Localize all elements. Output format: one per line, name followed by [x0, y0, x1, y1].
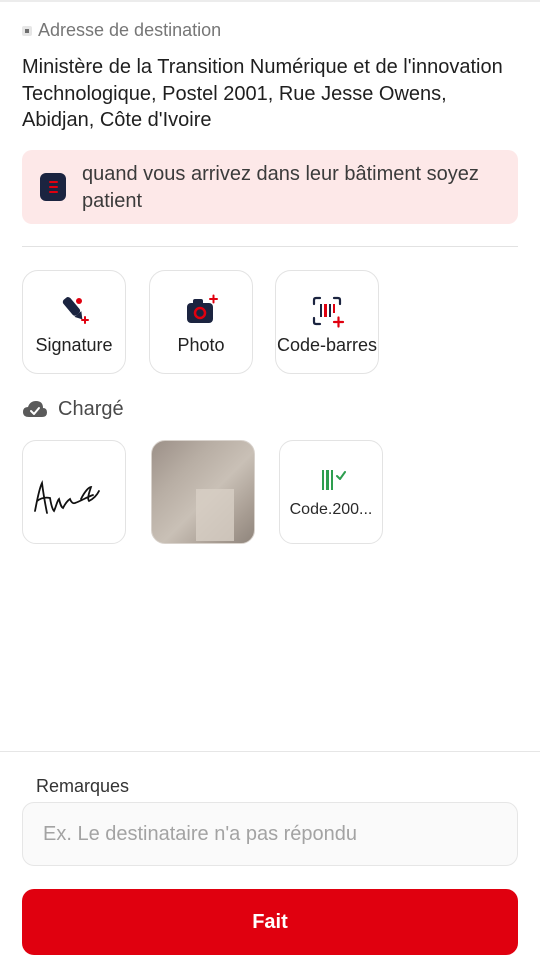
- delivery-note-text: quand vous arrivez dans leur bâtiment so…: [82, 163, 479, 212]
- section-divider: [22, 246, 518, 247]
- uploaded-header: Chargé: [22, 398, 124, 421]
- destination-address: Ministère de la Transition Numérique et …: [22, 56, 503, 131]
- cloud-check-icon: [23, 400, 47, 417]
- remarks-label: Remarques: [36, 776, 130, 796]
- footer-divider: [0, 751, 540, 752]
- top-divider: [0, 0, 540, 2]
- signature-button-label: Signature: [35, 335, 113, 355]
- photo-button-label: Photo: [177, 335, 225, 355]
- barcode-file-name: Code.200...: [289, 501, 373, 518]
- barcode-button[interactable]: Code-barres: [275, 270, 379, 374]
- barcode-scan-icon: [312, 296, 345, 328]
- barcode-file-icon: [322, 470, 346, 490]
- barcode-button-label: Code-barres: [276, 335, 378, 355]
- destination-marker-icon: [22, 25, 32, 36]
- note-list-icon: [40, 173, 66, 201]
- signature-button[interactable]: Signature: [22, 270, 126, 374]
- signature-thumbnail[interactable]: [22, 440, 126, 544]
- delivery-note: quand vous arrivez dans leur bâtiment so…: [22, 150, 518, 224]
- signature-image: [34, 479, 100, 514]
- remarks-input[interactable]: [22, 802, 518, 866]
- photo-button[interactable]: Photo: [149, 270, 253, 374]
- photo-thumbnail[interactable]: [151, 440, 255, 544]
- signature-pen-icon: [62, 297, 89, 324]
- destination-header: Adresse de destination: [22, 20, 221, 41]
- uploaded-label: Chargé: [58, 398, 124, 420]
- done-button[interactable]: Fait: [22, 889, 518, 955]
- photo-content: [196, 489, 234, 541]
- camera-add-icon: [187, 294, 218, 323]
- destination-label: Adresse de destination: [38, 20, 222, 40]
- barcode-file-thumbnail[interactable]: Code.200...: [279, 440, 383, 544]
